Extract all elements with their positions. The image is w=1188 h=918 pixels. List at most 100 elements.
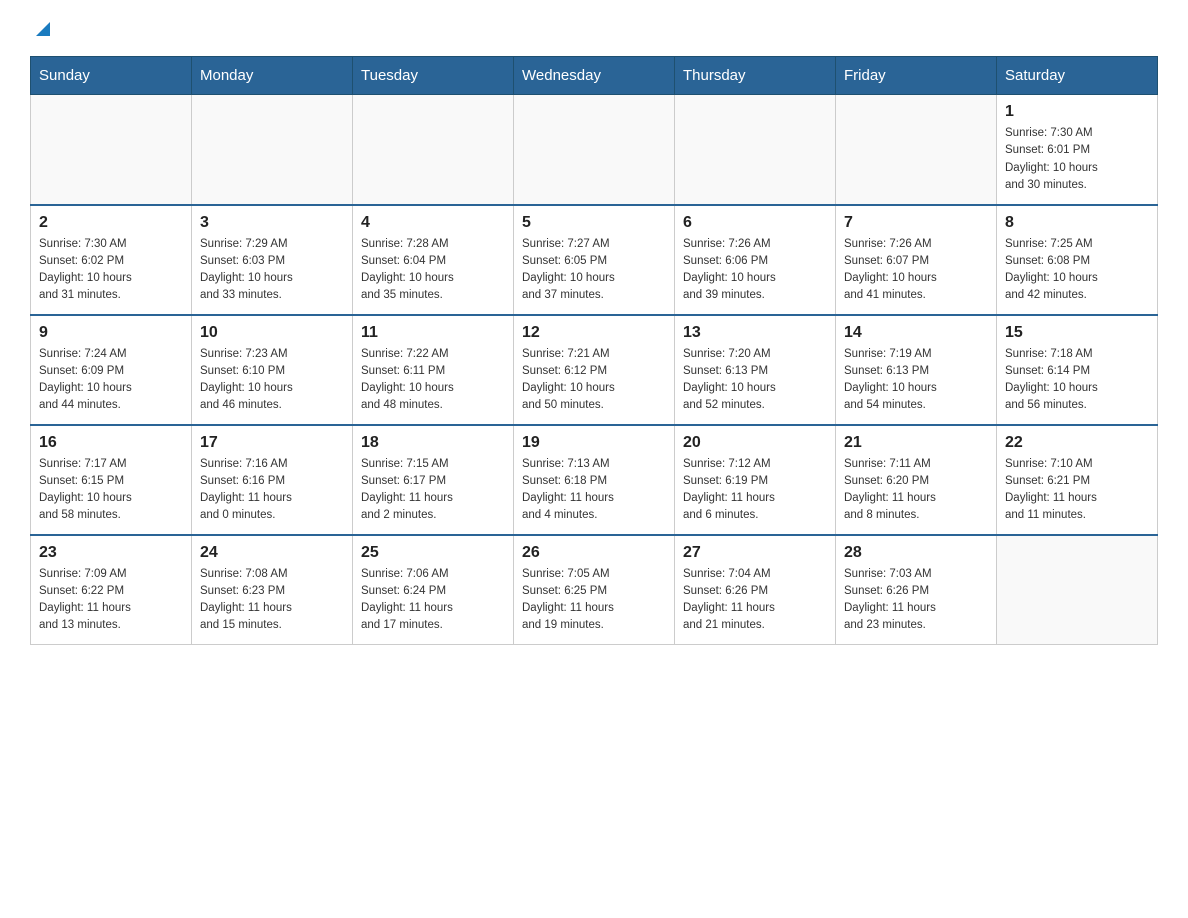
day-number: 19 (522, 434, 666, 452)
calendar-cell: 25 Sunrise: 7:06 AM Sunset: 6:24 PM Dayli… (353, 535, 514, 645)
day-info: Sunrise: 7:21 AM Sunset: 6:12 PM Dayligh… (522, 346, 666, 415)
calendar-day-header: Wednesday (514, 57, 675, 95)
day-info: Sunrise: 7:05 AM Sunset: 6:25 PM Dayligh… (522, 566, 666, 635)
calendar-cell: 19 Sunrise: 7:13 AM Sunset: 6:18 PM Dayli… (514, 425, 675, 535)
page-header (30, 20, 1158, 40)
calendar-cell (31, 95, 192, 205)
calendar-cell (675, 95, 836, 205)
day-info: Sunrise: 7:10 AM Sunset: 6:21 PM Dayligh… (1005, 456, 1149, 525)
calendar-cell: 27 Sunrise: 7:04 AM Sunset: 6:26 PM Dayli… (675, 535, 836, 645)
calendar-cell: 3Sunrise: 7:29 AM Sunset: 6:03 PM Daylig… (192, 205, 353, 315)
day-number: 18 (361, 434, 505, 452)
day-number: 27 (683, 544, 827, 562)
calendar-day-header: Friday (836, 57, 997, 95)
calendar-week-row: 1Sunrise: 7:30 AM Sunset: 6:01 PM Daylig… (31, 95, 1158, 205)
day-number: 28 (844, 544, 988, 562)
calendar-cell (353, 95, 514, 205)
day-info: Sunrise: 7:18 AM Sunset: 6:14 PM Dayligh… (1005, 346, 1149, 415)
calendar-day-header: Tuesday (353, 57, 514, 95)
calendar-cell: 24 Sunrise: 7:08 AM Sunset: 6:23 PM Dayli… (192, 535, 353, 645)
day-number: 22 (1005, 434, 1149, 452)
day-number: 11 (361, 324, 505, 342)
calendar-header-row: SundayMondayTuesdayWednesdayThursdayFrid… (31, 57, 1158, 95)
calendar-cell: 9Sunrise: 7:24 AM Sunset: 6:09 PM Daylig… (31, 315, 192, 425)
day-number: 8 (1005, 214, 1149, 232)
day-info: Sunrise: 7:26 AM Sunset: 6:06 PM Dayligh… (683, 236, 827, 305)
calendar-cell: 16Sunrise: 7:17 AM Sunset: 6:15 PM Dayli… (31, 425, 192, 535)
calendar-day-header: Sunday (31, 57, 192, 95)
day-number: 6 (683, 214, 827, 232)
calendar-week-row: 23 Sunrise: 7:09 AM Sunset: 6:22 PM Dayli… (31, 535, 1158, 645)
day-info: Sunrise: 7:30 AM Sunset: 6:01 PM Dayligh… (1005, 125, 1149, 194)
calendar-cell: 1Sunrise: 7:30 AM Sunset: 6:01 PM Daylig… (997, 95, 1158, 205)
day-number: 13 (683, 324, 827, 342)
calendar-cell: 12 Sunrise: 7:21 AM Sunset: 6:12 PM Dayli… (514, 315, 675, 425)
day-number: 14 (844, 324, 988, 342)
calendar-day-header: Saturday (997, 57, 1158, 95)
calendar-cell (514, 95, 675, 205)
day-number: 7 (844, 214, 988, 232)
day-number: 10 (200, 324, 344, 342)
calendar-cell: 28 Sunrise: 7:03 AM Sunset: 6:26 PM Dayli… (836, 535, 997, 645)
calendar-cell: 7 Sunrise: 7:26 AM Sunset: 6:07 PM Daylig… (836, 205, 997, 315)
calendar-table: SundayMondayTuesdayWednesdayThursdayFrid… (30, 56, 1158, 645)
calendar-cell: 10 Sunrise: 7:23 AM Sunset: 6:10 PM Dayli… (192, 315, 353, 425)
calendar-cell: 5 Sunrise: 7:27 AM Sunset: 6:05 PM Daylig… (514, 205, 675, 315)
day-number: 12 (522, 324, 666, 342)
calendar-cell: 20 Sunrise: 7:12 AM Sunset: 6:19 PM Dayli… (675, 425, 836, 535)
day-info: Sunrise: 7:04 AM Sunset: 6:26 PM Dayligh… (683, 566, 827, 635)
day-info: Sunrise: 7:19 AM Sunset: 6:13 PM Dayligh… (844, 346, 988, 415)
day-number: 23 (39, 544, 183, 562)
day-info: Sunrise: 7:28 AM Sunset: 6:04 PM Dayligh… (361, 236, 505, 305)
day-number: 16 (39, 434, 183, 452)
calendar-day-header: Monday (192, 57, 353, 95)
calendar-week-row: 16Sunrise: 7:17 AM Sunset: 6:15 PM Dayli… (31, 425, 1158, 535)
day-info: Sunrise: 7:13 AM Sunset: 6:18 PM Dayligh… (522, 456, 666, 525)
calendar-cell: 4 Sunrise: 7:28 AM Sunset: 6:04 PM Daylig… (353, 205, 514, 315)
calendar-cell: 15 Sunrise: 7:18 AM Sunset: 6:14 PM Dayli… (997, 315, 1158, 425)
day-info: Sunrise: 7:12 AM Sunset: 6:19 PM Dayligh… (683, 456, 827, 525)
day-info: Sunrise: 7:22 AM Sunset: 6:11 PM Dayligh… (361, 346, 505, 415)
day-info: Sunrise: 7:29 AM Sunset: 6:03 PM Dayligh… (200, 236, 344, 305)
day-info: Sunrise: 7:16 AM Sunset: 6:16 PM Dayligh… (200, 456, 344, 525)
day-number: 25 (361, 544, 505, 562)
day-info: Sunrise: 7:11 AM Sunset: 6:20 PM Dayligh… (844, 456, 988, 525)
day-info: Sunrise: 7:27 AM Sunset: 6:05 PM Dayligh… (522, 236, 666, 305)
day-info: Sunrise: 7:23 AM Sunset: 6:10 PM Dayligh… (200, 346, 344, 415)
calendar-cell: 2 Sunrise: 7:30 AM Sunset: 6:02 PM Daylig… (31, 205, 192, 315)
day-number: 5 (522, 214, 666, 232)
calendar-cell: 14 Sunrise: 7:19 AM Sunset: 6:13 PM Dayli… (836, 315, 997, 425)
calendar-week-row: 2 Sunrise: 7:30 AM Sunset: 6:02 PM Daylig… (31, 205, 1158, 315)
calendar-cell: 13 Sunrise: 7:20 AM Sunset: 6:13 PM Dayli… (675, 315, 836, 425)
calendar-cell: 11 Sunrise: 7:22 AM Sunset: 6:11 PM Dayli… (353, 315, 514, 425)
calendar-cell: 21 Sunrise: 7:11 AM Sunset: 6:20 PM Dayli… (836, 425, 997, 535)
day-info: Sunrise: 7:30 AM Sunset: 6:02 PM Dayligh… (39, 236, 183, 305)
day-info: Sunrise: 7:26 AM Sunset: 6:07 PM Dayligh… (844, 236, 988, 305)
calendar-cell: 22 Sunrise: 7:10 AM Sunset: 6:21 PM Dayli… (997, 425, 1158, 535)
calendar-cell: 17 Sunrise: 7:16 AM Sunset: 6:16 PM Dayli… (192, 425, 353, 535)
day-number: 26 (522, 544, 666, 562)
day-number: 15 (1005, 324, 1149, 342)
calendar-cell: 23 Sunrise: 7:09 AM Sunset: 6:22 PM Dayli… (31, 535, 192, 645)
day-info: Sunrise: 7:03 AM Sunset: 6:26 PM Dayligh… (844, 566, 988, 635)
logo (30, 20, 54, 40)
day-number: 9 (39, 324, 183, 342)
calendar-cell: 8 Sunrise: 7:25 AM Sunset: 6:08 PM Daylig… (997, 205, 1158, 315)
day-info: Sunrise: 7:06 AM Sunset: 6:24 PM Dayligh… (361, 566, 505, 635)
day-info: Sunrise: 7:09 AM Sunset: 6:22 PM Dayligh… (39, 566, 183, 635)
calendar-cell (997, 535, 1158, 645)
day-number: 17 (200, 434, 344, 452)
day-info: Sunrise: 7:25 AM Sunset: 6:08 PM Dayligh… (1005, 236, 1149, 305)
day-info: Sunrise: 7:08 AM Sunset: 6:23 PM Dayligh… (200, 566, 344, 635)
calendar-cell: 18 Sunrise: 7:15 AM Sunset: 6:17 PM Dayli… (353, 425, 514, 535)
calendar-cell (192, 95, 353, 205)
day-number: 20 (683, 434, 827, 452)
calendar-cell (836, 95, 997, 205)
day-number: 4 (361, 214, 505, 232)
day-info: Sunrise: 7:15 AM Sunset: 6:17 PM Dayligh… (361, 456, 505, 525)
day-number: 2 (39, 214, 183, 232)
calendar-day-header: Thursday (675, 57, 836, 95)
day-info: Sunrise: 7:20 AM Sunset: 6:13 PM Dayligh… (683, 346, 827, 415)
day-number: 21 (844, 434, 988, 452)
day-number: 24 (200, 544, 344, 562)
